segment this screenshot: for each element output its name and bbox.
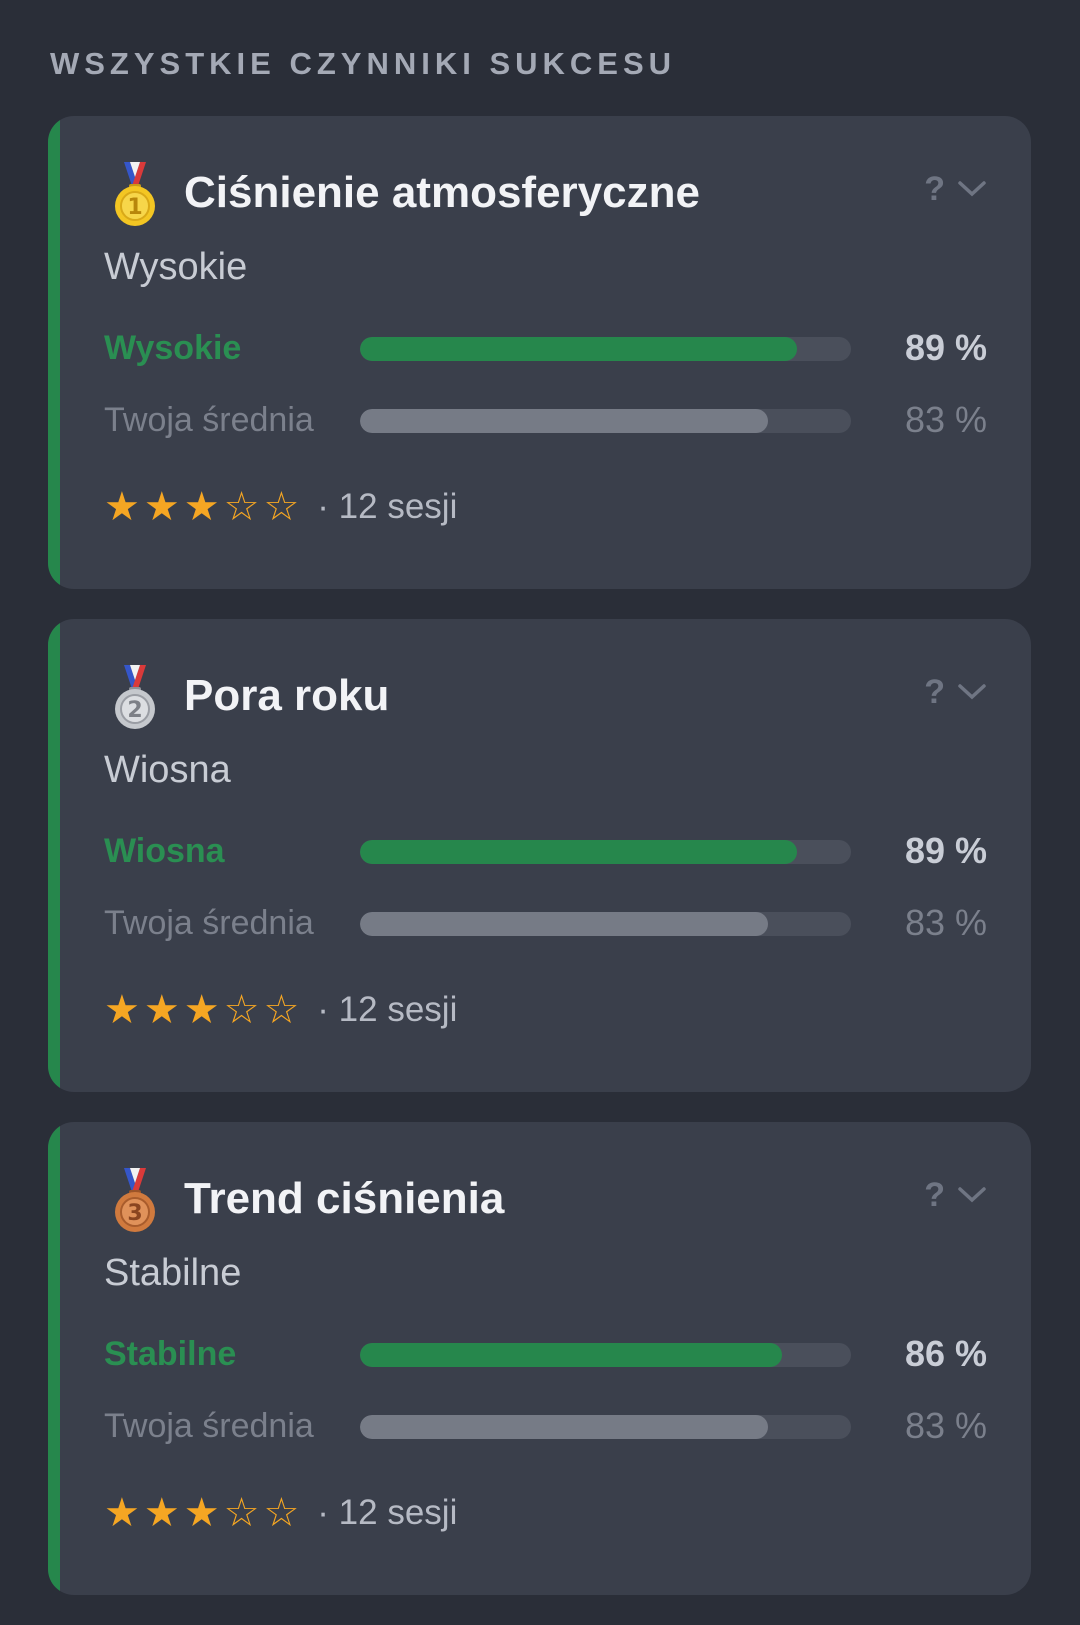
card-title: Trend ciśnienia — [184, 1174, 505, 1223]
average-progress-fill — [360, 912, 768, 936]
condition-progress-bar — [360, 840, 851, 864]
average-success-row: Twoja średnia 83 % — [104, 398, 987, 442]
chevron-down-icon[interactable] — [957, 682, 987, 702]
chevron-down-icon[interactable] — [957, 179, 987, 199]
medal-number: 1 — [127, 195, 142, 220]
star-filled-icon: ★ — [143, 988, 180, 1032]
card-controls: ? — [924, 1178, 987, 1212]
star-empty-icon: ☆ — [263, 485, 300, 529]
star-filled-icon: ★ — [104, 988, 140, 1032]
medal-number: 2 — [127, 698, 142, 723]
condition-progress-bar — [360, 1343, 851, 1367]
rating-row: ★ ★ ★ ☆ ☆ · 12 sesji — [104, 482, 457, 532]
average-label: Twoja średnia — [104, 904, 314, 942]
rating-row: ★ ★ ★ ☆ ☆ · 12 sesji — [104, 1488, 457, 1538]
condition-label: Wiosna — [104, 832, 225, 870]
condition-success-row: Wiosna 89 % — [104, 829, 987, 873]
factor-card[interactable]: 2 Pora roku ? Wiosna Wiosna 89 % Twoja ś… — [48, 619, 1031, 1092]
card-accent-bar — [48, 1122, 60, 1595]
condition-progress-fill — [360, 1343, 783, 1367]
condition-success-row: Wysokie 89 % — [104, 326, 987, 370]
star-filled-icon: ★ — [104, 485, 140, 529]
sessions-count: · 12 sesji — [317, 1493, 458, 1532]
condition-percent: 89 % — [904, 327, 987, 368]
card-accent-bar — [48, 116, 60, 589]
condition-label: Stabilne — [104, 1335, 237, 1373]
card-controls: ? — [924, 675, 987, 709]
average-progress-fill — [360, 409, 768, 433]
star-rating: ★ ★ ★ ☆ ☆ — [104, 990, 299, 1030]
star-empty-icon: ☆ — [223, 485, 260, 529]
star-rating: ★ ★ ★ ☆ ☆ — [104, 1493, 299, 1533]
average-progress-fill — [360, 1415, 768, 1439]
star-filled-icon: ★ — [143, 1491, 180, 1535]
average-success-row: Twoja średnia 83 % — [104, 901, 987, 945]
star-filled-icon: ★ — [104, 1491, 140, 1535]
bronze-medal-icon: 3 — [115, 1168, 155, 1232]
section-title: WSZYSTKIE CZYNNIKI SUKCESU — [50, 46, 677, 81]
card-title: Ciśnienie atmosferyczne — [184, 168, 700, 217]
average-progress-bar — [360, 912, 851, 936]
card-title: Pora roku — [184, 671, 390, 720]
star-filled-icon: ★ — [143, 485, 180, 529]
condition-percent: 86 % — [904, 1333, 987, 1374]
card-accent-bar — [48, 619, 60, 1092]
star-filled-icon: ★ — [183, 485, 220, 529]
condition-progress-bar — [360, 337, 851, 361]
sessions-count: · 12 sesji — [317, 990, 458, 1029]
card-controls: ? — [924, 172, 987, 206]
factor-card[interactable]: 3 Trend ciśnienia ? Stabilne Stabilne 86… — [48, 1122, 1031, 1595]
condition-progress-fill — [360, 337, 797, 361]
star-empty-icon: ☆ — [263, 988, 300, 1032]
condition-progress-fill — [360, 840, 797, 864]
average-percent: 83 % — [904, 1405, 987, 1446]
condition-label: Wysokie — [104, 329, 242, 367]
average-percent: 83 % — [904, 902, 987, 943]
average-progress-bar — [360, 409, 851, 433]
rating-row: ★ ★ ★ ☆ ☆ · 12 sesji — [104, 985, 457, 1035]
star-empty-icon: ☆ — [263, 1491, 300, 1535]
factor-value: Wysokie — [104, 246, 248, 288]
star-rating: ★ ★ ★ ☆ ☆ — [104, 487, 299, 527]
gold-medal-icon: 1 — [115, 162, 155, 226]
condition-success-row: Stabilne 86 % — [104, 1332, 987, 1376]
medal-number: 3 — [127, 1201, 142, 1226]
star-empty-icon: ☆ — [223, 988, 260, 1032]
average-label: Twoja średnia — [104, 401, 314, 439]
sessions-count: · 12 sesji — [317, 487, 458, 526]
average-label: Twoja średnia — [104, 1407, 314, 1445]
star-filled-icon: ★ — [183, 1491, 220, 1535]
average-success-row: Twoja średnia 83 % — [104, 1404, 987, 1448]
help-icon[interactable]: ? — [924, 172, 945, 206]
average-percent: 83 % — [904, 399, 987, 440]
help-icon[interactable]: ? — [924, 675, 945, 709]
star-empty-icon: ☆ — [223, 1491, 260, 1535]
factor-card[interactable]: 1 Ciśnienie atmosferyczne ? Wysokie Wyso… — [48, 116, 1031, 589]
condition-percent: 89 % — [904, 830, 987, 871]
factor-cards-list: 1 Ciśnienie atmosferyczne ? Wysokie Wyso… — [48, 116, 1031, 1625]
silver-medal-icon: 2 — [115, 665, 155, 729]
star-filled-icon: ★ — [183, 988, 220, 1032]
chevron-down-icon[interactable] — [957, 1185, 987, 1205]
factor-value: Stabilne — [104, 1252, 242, 1294]
factor-value: Wiosna — [104, 749, 231, 791]
help-icon[interactable]: ? — [924, 1178, 945, 1212]
average-progress-bar — [360, 1415, 851, 1439]
